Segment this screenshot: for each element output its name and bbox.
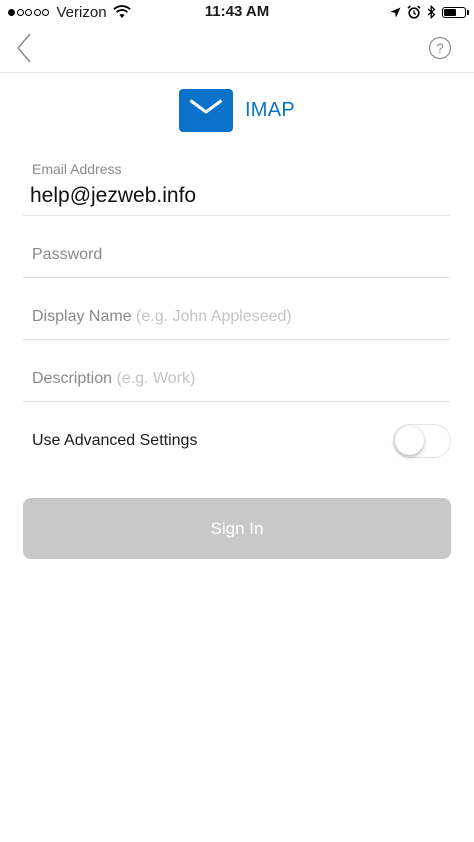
description-field[interactable]: Description (e.g. Work): [23, 340, 451, 402]
advanced-settings-label: Use Advanced Settings: [32, 432, 198, 449]
provider-name: IMAP: [244, 98, 296, 121]
description-placeholder: Description (e.g. Work): [32, 370, 195, 388]
status-bar: Verizon 11:43 AM: [0, 0, 474, 24]
display-name-placeholder: Display Name (e.g. John Appleseed): [32, 308, 292, 326]
question-mark-icon: ?: [428, 36, 452, 60]
display-name-field[interactable]: Display Name (e.g. John Appleseed): [23, 278, 451, 340]
email-input[interactable]: [30, 184, 440, 208]
navigation-bar: ?: [0, 24, 474, 73]
email-field-label: Email Address: [32, 161, 122, 177]
battery-icon: [442, 6, 469, 18]
sign-in-button[interactable]: Sign In: [23, 498, 451, 559]
help-button[interactable]: ?: [428, 36, 452, 60]
description-hint: (e.g. Work): [116, 370, 196, 387]
bluetooth-icon: [427, 5, 436, 19]
email-field[interactable]: Email Address: [23, 154, 451, 216]
display-name-hint: (e.g. John Appleseed): [136, 308, 292, 325]
advanced-settings-toggle[interactable]: [393, 424, 451, 458]
display-name-label: Display Name: [32, 308, 132, 325]
toggle-knob: [395, 426, 424, 455]
location-arrow-icon: [390, 7, 401, 17]
envelope-glyph: [189, 99, 223, 114]
status-bar-right: [384, 3, 469, 21]
envelope-icon: [178, 88, 233, 132]
advanced-settings-row: Use Advanced Settings: [23, 410, 451, 474]
description-label: Description: [32, 370, 113, 387]
alarm-clock-icon: [407, 5, 421, 19]
back-button[interactable]: [12, 32, 42, 64]
battery-level: [444, 8, 456, 16]
svg-text:?: ?: [436, 40, 444, 56]
provider-header: IMAP: [0, 86, 474, 134]
password-placeholder: Password: [32, 246, 103, 263]
password-field[interactable]: Password: [23, 216, 451, 278]
chevron-left-icon: [16, 33, 31, 63]
